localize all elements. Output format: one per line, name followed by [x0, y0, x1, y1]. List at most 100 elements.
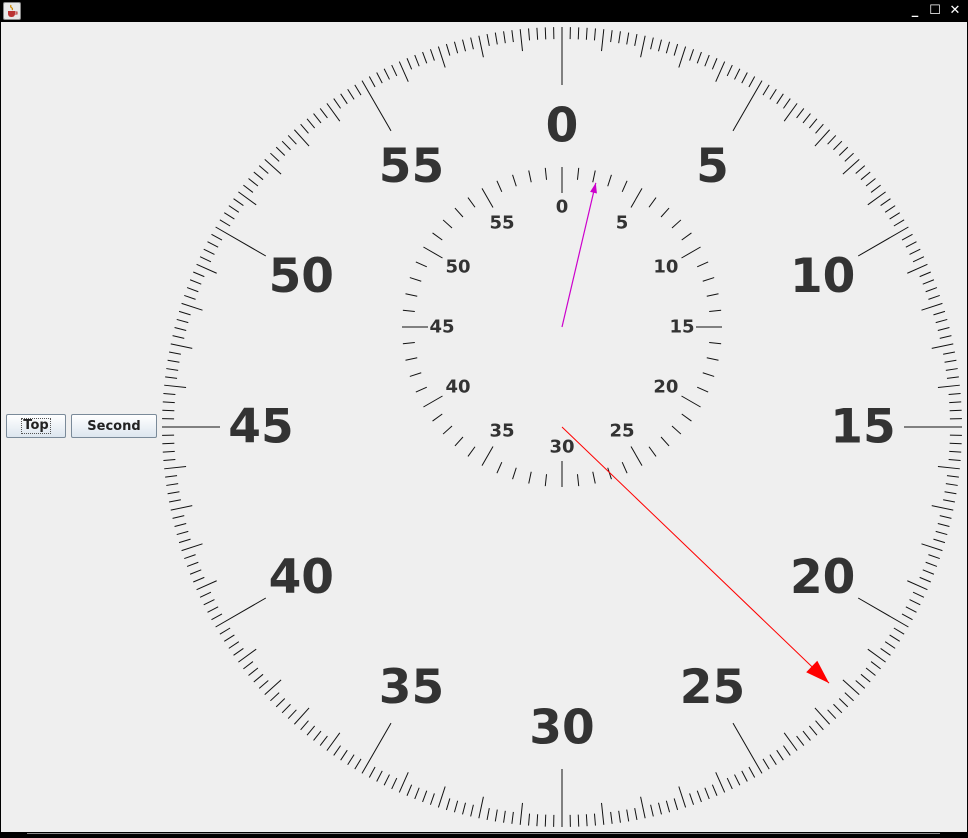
outer-tick: [172, 515, 185, 519]
inner-dial-label: 5: [616, 213, 629, 234]
outer-tick: [199, 591, 212, 598]
outer-tick: [865, 178, 876, 187]
top-button[interactable]: Top: [6, 414, 66, 438]
inner-dial-label: 35: [489, 420, 514, 441]
outer-tick: [860, 171, 871, 181]
outer-tick: [414, 787, 420, 800]
minimize-button[interactable]: _: [908, 3, 922, 19]
outer-tick: [162, 442, 175, 445]
outer-tick: [453, 800, 459, 813]
inner-tick: [681, 232, 692, 241]
outer-tick: [165, 475, 178, 478]
outer-tick: [462, 39, 466, 52]
outer-tick: [711, 58, 718, 70]
outer-tick: [519, 29, 523, 52]
outer-tick: [634, 808, 638, 821]
outer-tick: [610, 30, 613, 43]
inner-dial-label: 15: [669, 317, 694, 338]
outer-tick: [678, 786, 687, 808]
outer-dial-label: 30: [529, 701, 594, 756]
outer-tick: [935, 318, 948, 324]
outer-tick: [361, 722, 392, 774]
outer-tick: [333, 98, 341, 109]
outer-tick: [176, 530, 189, 536]
outer-dial-label: 0: [546, 99, 579, 154]
outer-tick: [919, 576, 931, 583]
outer-tick: [445, 43, 451, 56]
outer-tick: [922, 279, 935, 285]
outer-tick: [326, 732, 341, 751]
outer-tick: [626, 809, 630, 822]
outer-tick: [732, 722, 763, 774]
outer-tick: [838, 146, 849, 156]
inner-tick: [423, 395, 443, 408]
outer-tick: [696, 51, 702, 64]
outer-tick: [163, 458, 176, 461]
outer-tick: [437, 786, 446, 808]
outer-tick: [880, 198, 891, 206]
outer-tick: [618, 810, 621, 823]
outer-tick: [715, 61, 726, 82]
outer-tick: [838, 698, 849, 708]
inner-tick: [528, 471, 532, 484]
outer-tick: [470, 37, 474, 50]
outer-tick: [867, 648, 886, 663]
outer-dial-label: 40: [269, 550, 334, 605]
outer-tick: [406, 784, 413, 796]
outer-dial-label: 5: [696, 139, 729, 194]
outer-tick: [857, 597, 909, 628]
inner-dial-label: 45: [429, 317, 454, 338]
outer-tick: [347, 754, 355, 765]
outer-tick: [174, 327, 187, 331]
outer-tick: [391, 64, 398, 77]
outer-tick: [783, 745, 791, 756]
outer-tick: [634, 33, 638, 46]
outer-tick: [949, 409, 962, 412]
outer-tick: [658, 39, 662, 52]
outer-tick: [486, 808, 490, 821]
outer-tick: [889, 634, 900, 642]
outer-tick: [511, 811, 514, 824]
outer-tick: [519, 802, 523, 825]
close-button[interactable]: ✕: [948, 3, 962, 19]
outer-tick: [734, 774, 741, 786]
outer-tick: [593, 813, 596, 826]
inner-tick: [467, 197, 476, 208]
outer-tick: [711, 784, 718, 796]
outer-tick: [618, 31, 621, 44]
outer-tick: [253, 673, 264, 683]
outer-tick: [238, 191, 257, 206]
outer-tick: [665, 41, 671, 54]
inner-tick: [576, 474, 580, 487]
outer-tick: [945, 483, 958, 486]
outer-tick: [704, 54, 710, 67]
outer-tick: [219, 627, 231, 635]
inner-tick: [576, 167, 580, 180]
outer-tick: [650, 37, 654, 50]
outer-tick: [931, 343, 954, 349]
outer-tick: [228, 205, 240, 213]
title-bar[interactable]: _ ☐ ✕: [0, 0, 968, 22]
inner-tick: [454, 436, 464, 447]
outer-tick: [164, 466, 187, 470]
second-button[interactable]: Second: [71, 414, 157, 438]
outer-tick: [406, 58, 413, 70]
inner-tick: [415, 261, 427, 268]
outer-tick: [275, 146, 286, 156]
outer-tick: [398, 772, 409, 793]
inner-tick: [697, 386, 709, 393]
outer-tick: [544, 814, 547, 827]
outer-tick: [287, 709, 297, 719]
outer-tick: [233, 648, 244, 656]
outer-tick: [601, 802, 605, 825]
outer-tick: [907, 580, 928, 591]
outer-tick: [585, 814, 588, 827]
outer-tick: [944, 491, 957, 495]
inner-dial-label: 10: [653, 257, 678, 278]
outer-tick: [665, 800, 671, 813]
maximize-button[interactable]: ☐: [928, 3, 942, 19]
inner-tick: [681, 395, 701, 408]
outer-tick: [640, 796, 646, 819]
outer-tick: [734, 68, 741, 80]
outer-tick: [855, 680, 866, 689]
